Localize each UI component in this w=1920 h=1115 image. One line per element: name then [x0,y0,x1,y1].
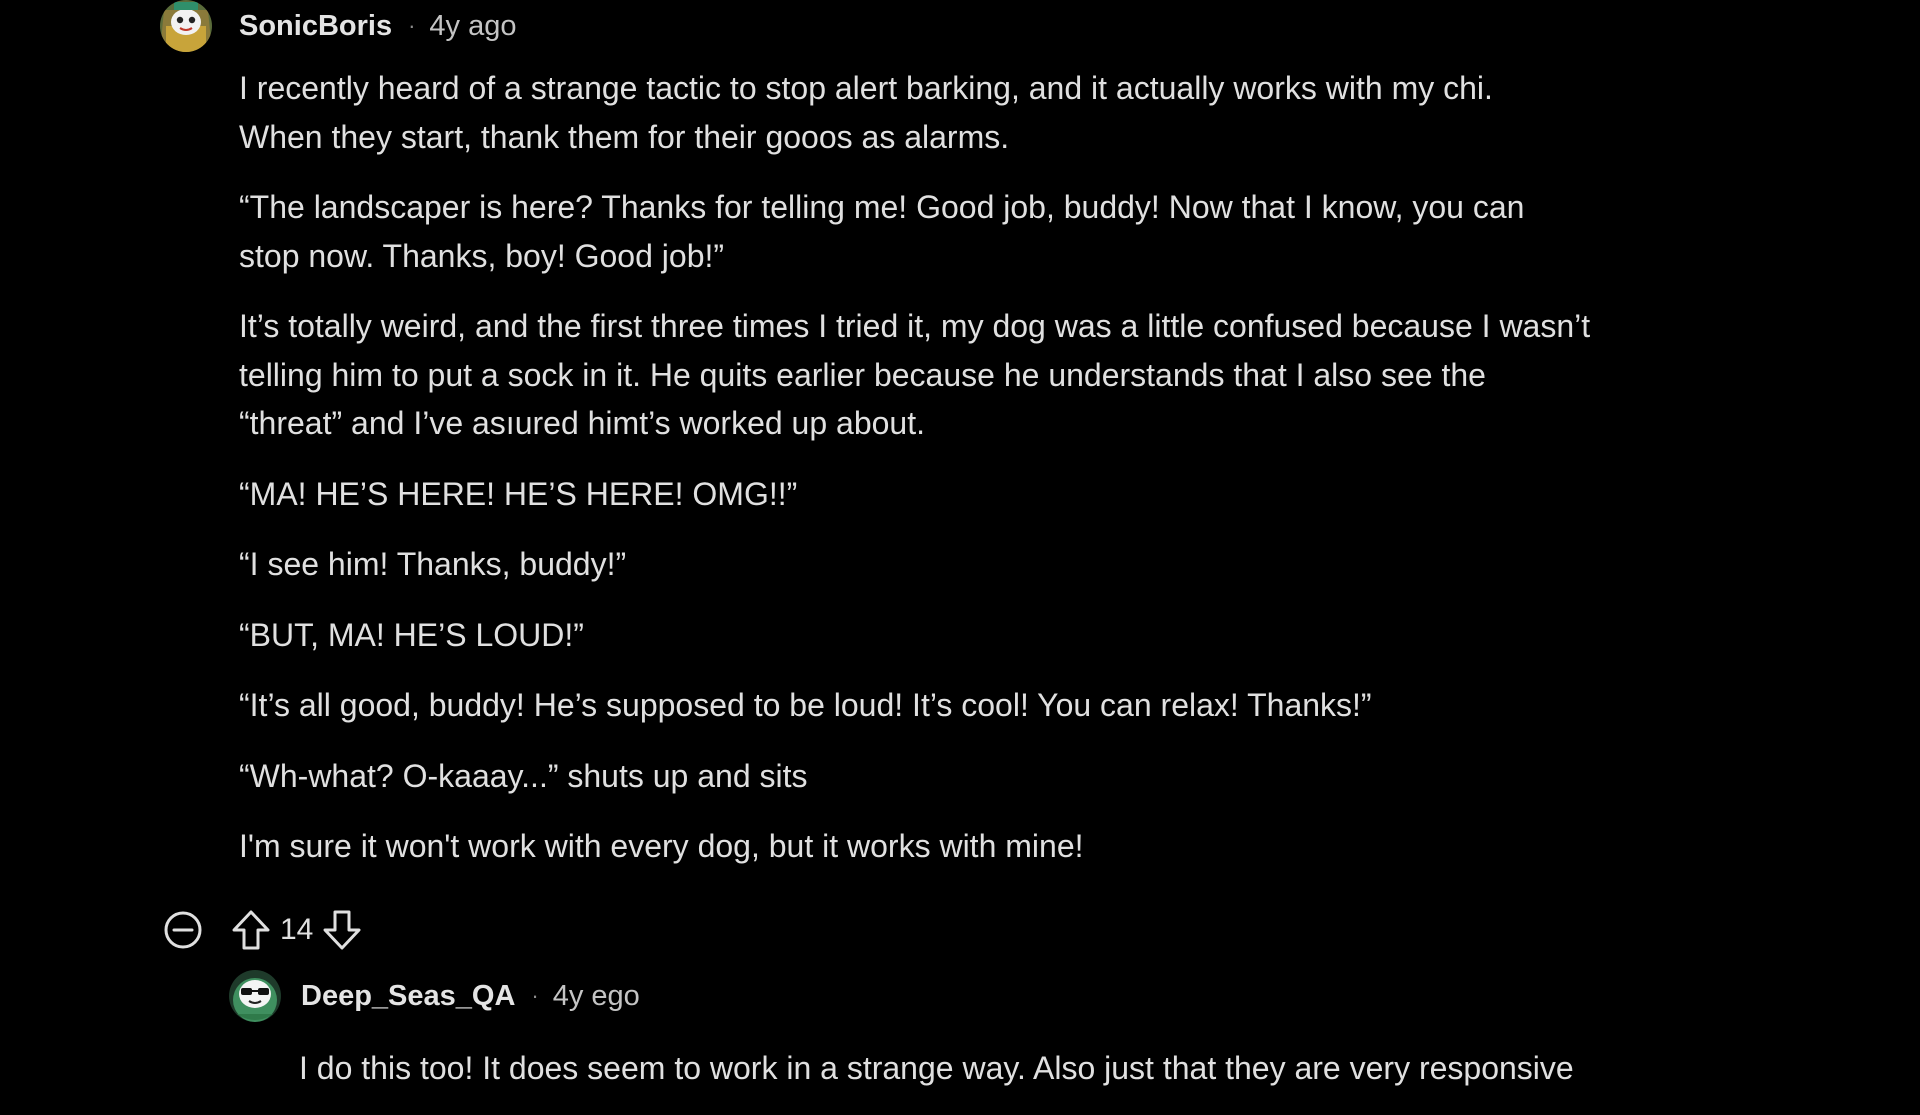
comment-paragraph: “Wh-what? O-kaaay...” shuts up and sits [239,757,808,794]
comment-body: I recently heard of a strange tactic to … [239,64,1779,893]
username[interactable]: Deep_Seas_QA [301,978,515,1014]
comment-paragraph: It’s totally weird, and the first three … [239,308,1591,441]
separator-dot: · [408,13,416,38]
collapse-minus-circle-icon [164,911,202,949]
separator-dot: · [531,983,539,1008]
comment-paragraph: I'm sure it won't work with every dog, b… [239,828,1084,864]
snoo-avatar-icon [160,0,212,52]
collapse-button[interactable] [160,907,206,953]
username[interactable]: SonicBoris [239,8,392,44]
comment-paragraph: “MA! HE’S HERE! HE’S HERE! OMG!!” [239,475,798,512]
downvote-button[interactable] [319,907,365,953]
user-avatar[interactable] [160,0,212,52]
comment-paragraph: “The landscaper is here? Thanks for tell… [239,189,1525,274]
comment-body: I do this too! It does seem to work in a… [299,1044,1920,1115]
comment-paragraph: “It’s all good, buddy! He’s supposed to … [239,687,1372,723]
comment-header: Deep_Seas_QA · 4y ego [301,978,640,1014]
downvote-arrow-icon [323,910,361,950]
vote-score: 14 [280,913,314,946]
comment-paragraph: I recently heard of a strange tactic to … [239,70,1493,155]
comment-header: SonicBoris · 4y ago [239,8,517,44]
upvote-button[interactable] [228,907,274,953]
comment-paragraph: “I see him! Thanks, buddy!” [239,546,627,582]
upvote-arrow-icon [232,910,270,950]
timestamp[interactable]: 4y ago [429,8,516,44]
snoo-avatar-icon [229,970,281,1022]
comment-paragraph: I do this too! It does seem to work in a… [299,1050,1574,1086]
user-avatar[interactable] [229,970,281,1022]
timestamp[interactable]: 4y ego [553,978,640,1014]
comment-paragraph: “BUT, MA! HE’S LOUD!” [239,616,584,653]
comment-actions: 14 [160,906,365,954]
